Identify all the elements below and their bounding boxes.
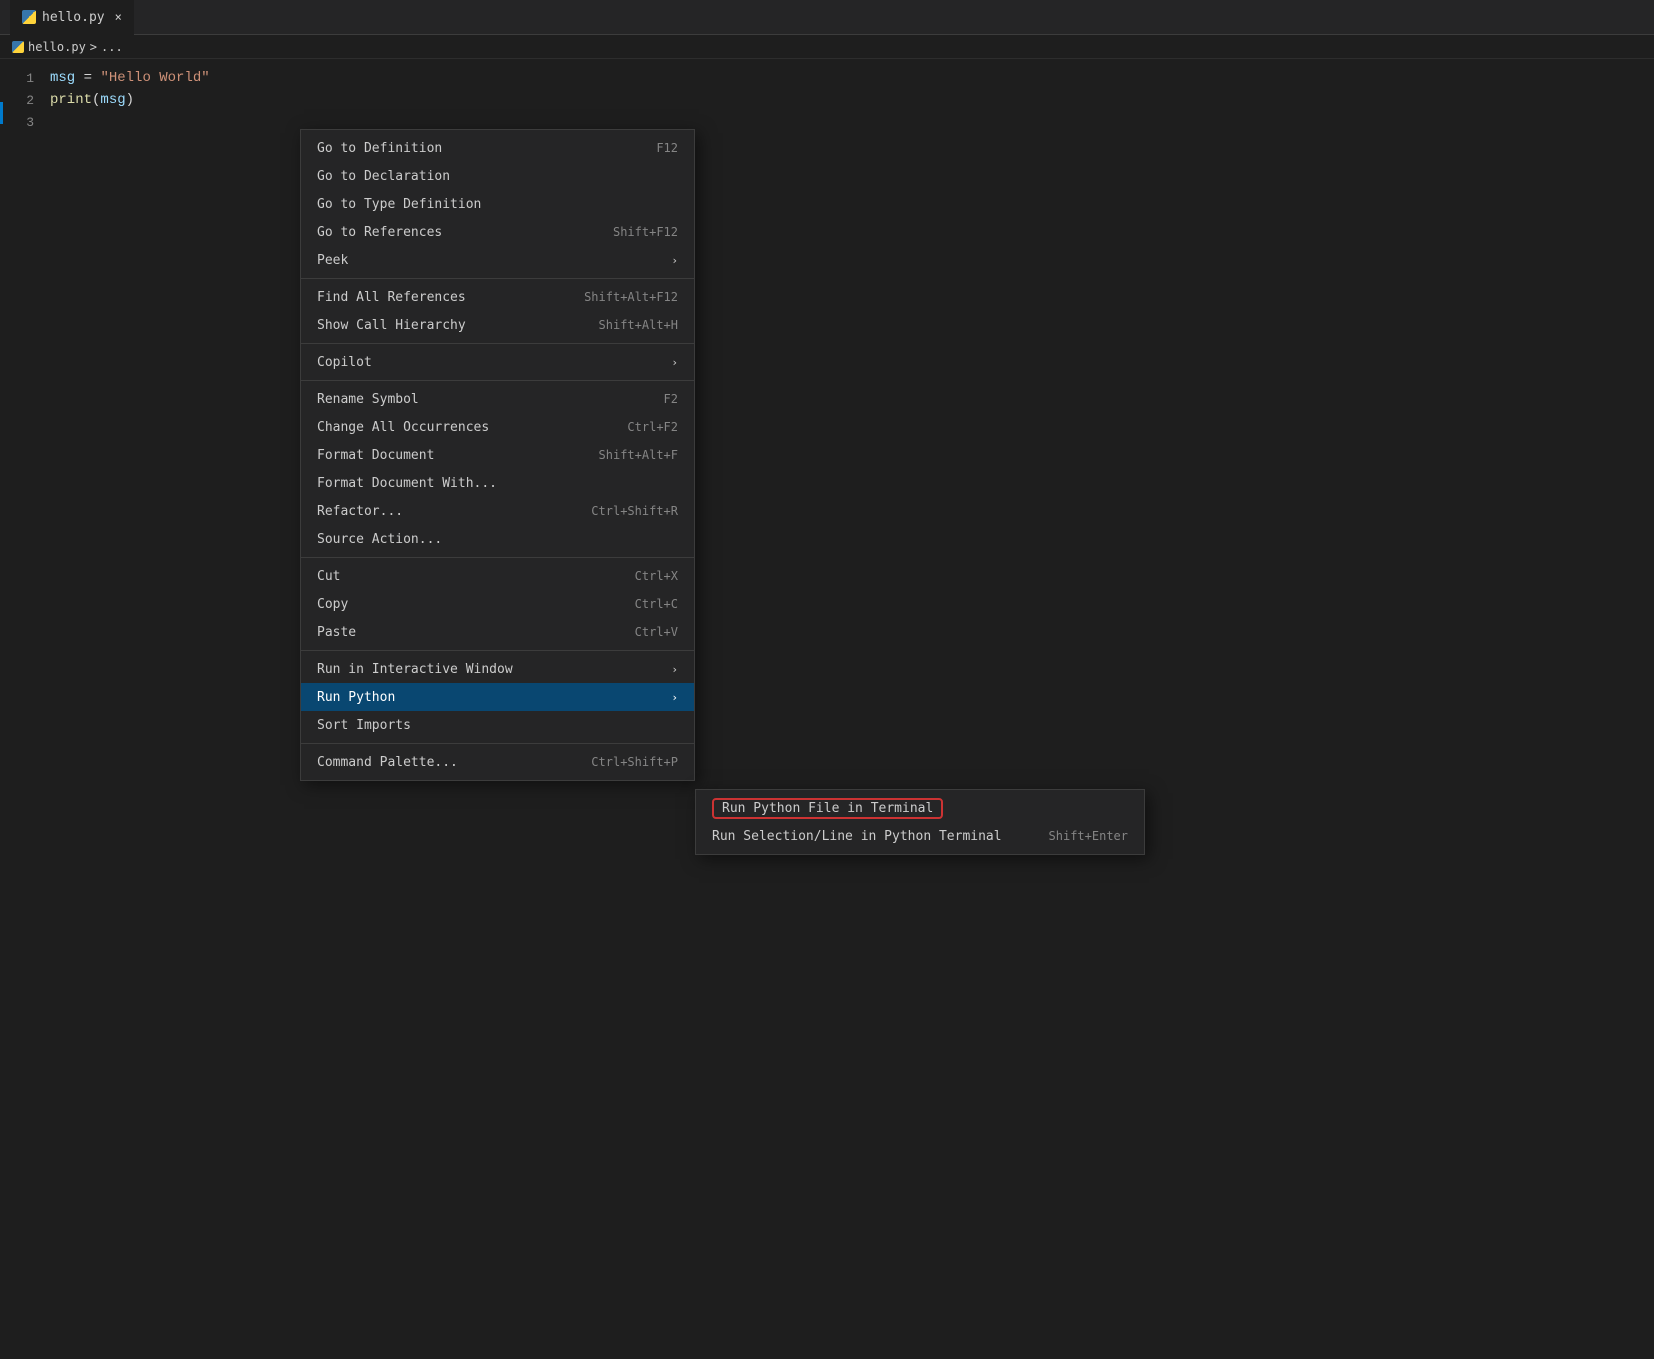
menu-item-rename-symbol[interactable]: Rename Symbol F2 bbox=[301, 385, 694, 413]
menu-item-go-to-type-definition[interactable]: Go to Type Definition bbox=[301, 190, 694, 218]
breadcrumb-file[interactable]: hello.py bbox=[28, 40, 86, 54]
separator-6 bbox=[301, 743, 694, 744]
line-number-3: 3 bbox=[0, 115, 50, 130]
separator-1 bbox=[301, 278, 694, 279]
menu-item-format-document-with[interactable]: Format Document With... bbox=[301, 469, 694, 497]
breadcrumb-rest[interactable]: ... bbox=[101, 40, 123, 54]
menu-item-copilot[interactable]: Copilot › bbox=[301, 348, 694, 376]
line-content-1: msg = "Hello World" bbox=[50, 70, 210, 86]
submenu-item-run-python-file-terminal[interactable]: Run Python File in Terminal bbox=[696, 794, 1144, 822]
line-content-2: print(msg) bbox=[50, 92, 134, 108]
breadcrumb: hello.py > ... bbox=[0, 35, 1654, 59]
submenu-item-run-selection-line[interactable]: Run Selection/Line in Python Terminal Sh… bbox=[696, 822, 1144, 850]
menu-item-go-to-references[interactable]: Go to References Shift+F12 bbox=[301, 218, 694, 246]
title-bar: hello.py × bbox=[0, 0, 1654, 35]
run-python-chevron: › bbox=[671, 691, 678, 704]
menu-item-peek[interactable]: Peek › bbox=[301, 246, 694, 274]
code-line-3[interactable]: 3 bbox=[0, 111, 1654, 133]
editor-tab[interactable]: hello.py × bbox=[10, 0, 134, 35]
code-line-1[interactable]: 1 msg = "Hello World" bbox=[0, 67, 1654, 89]
line-number-1: 1 bbox=[0, 71, 50, 86]
menu-item-sort-imports[interactable]: Sort Imports bbox=[301, 711, 694, 739]
copilot-submenu-chevron: › bbox=[671, 356, 678, 369]
menu-item-show-call-hierarchy[interactable]: Show Call Hierarchy Shift+Alt+H bbox=[301, 311, 694, 339]
active-line-indicator bbox=[0, 102, 3, 124]
menu-item-refactor[interactable]: Refactor... Ctrl+Shift+R bbox=[301, 497, 694, 525]
menu-item-paste[interactable]: Paste Ctrl+V bbox=[301, 618, 694, 646]
menu-item-run-interactive-window[interactable]: Run in Interactive Window › bbox=[301, 655, 694, 683]
menu-item-format-document[interactable]: Format Document Shift+Alt+F bbox=[301, 441, 694, 469]
peek-submenu-chevron: › bbox=[671, 254, 678, 267]
menu-item-source-action[interactable]: Source Action... bbox=[301, 525, 694, 553]
menu-item-go-to-declaration[interactable]: Go to Declaration bbox=[301, 162, 694, 190]
menu-item-find-all-references[interactable]: Find All References Shift+Alt+F12 bbox=[301, 283, 694, 311]
separator-5 bbox=[301, 650, 694, 651]
run-interactive-chevron: › bbox=[671, 663, 678, 676]
line-number-2: 2 bbox=[0, 93, 50, 108]
code-line-2[interactable]: 2 print(msg) bbox=[0, 89, 1654, 111]
separator-2 bbox=[301, 343, 694, 344]
menu-item-copy[interactable]: Copy Ctrl+C bbox=[301, 590, 694, 618]
breadcrumb-separator: > bbox=[90, 40, 97, 54]
menu-item-cut[interactable]: Cut Ctrl+X bbox=[301, 562, 694, 590]
separator-4 bbox=[301, 557, 694, 558]
tab-filename: hello.py bbox=[42, 10, 105, 25]
context-menu: Go to Definition F12 Go to Declaration G… bbox=[300, 129, 695, 781]
menu-item-change-all-occurrences[interactable]: Change All Occurrences Ctrl+F2 bbox=[301, 413, 694, 441]
editor-area: 1 msg = "Hello World" 2 print(msg) 3 Go … bbox=[0, 59, 1654, 1359]
menu-item-run-python[interactable]: Run Python › bbox=[301, 683, 694, 711]
menu-item-command-palette[interactable]: Command Palette... Ctrl+Shift+P bbox=[301, 748, 694, 776]
menu-item-go-to-definition[interactable]: Go to Definition F12 bbox=[301, 134, 694, 162]
python-file-icon bbox=[22, 10, 36, 24]
tab-close-button[interactable]: × bbox=[115, 10, 122, 24]
separator-3 bbox=[301, 380, 694, 381]
run-python-submenu: Run Python File in Terminal Run Selectio… bbox=[695, 789, 1145, 855]
breadcrumb-file-icon bbox=[12, 41, 24, 53]
run-python-file-terminal-label: Run Python File in Terminal bbox=[712, 798, 943, 819]
editor-content[interactable]: 1 msg = "Hello World" 2 print(msg) 3 bbox=[0, 59, 1654, 141]
